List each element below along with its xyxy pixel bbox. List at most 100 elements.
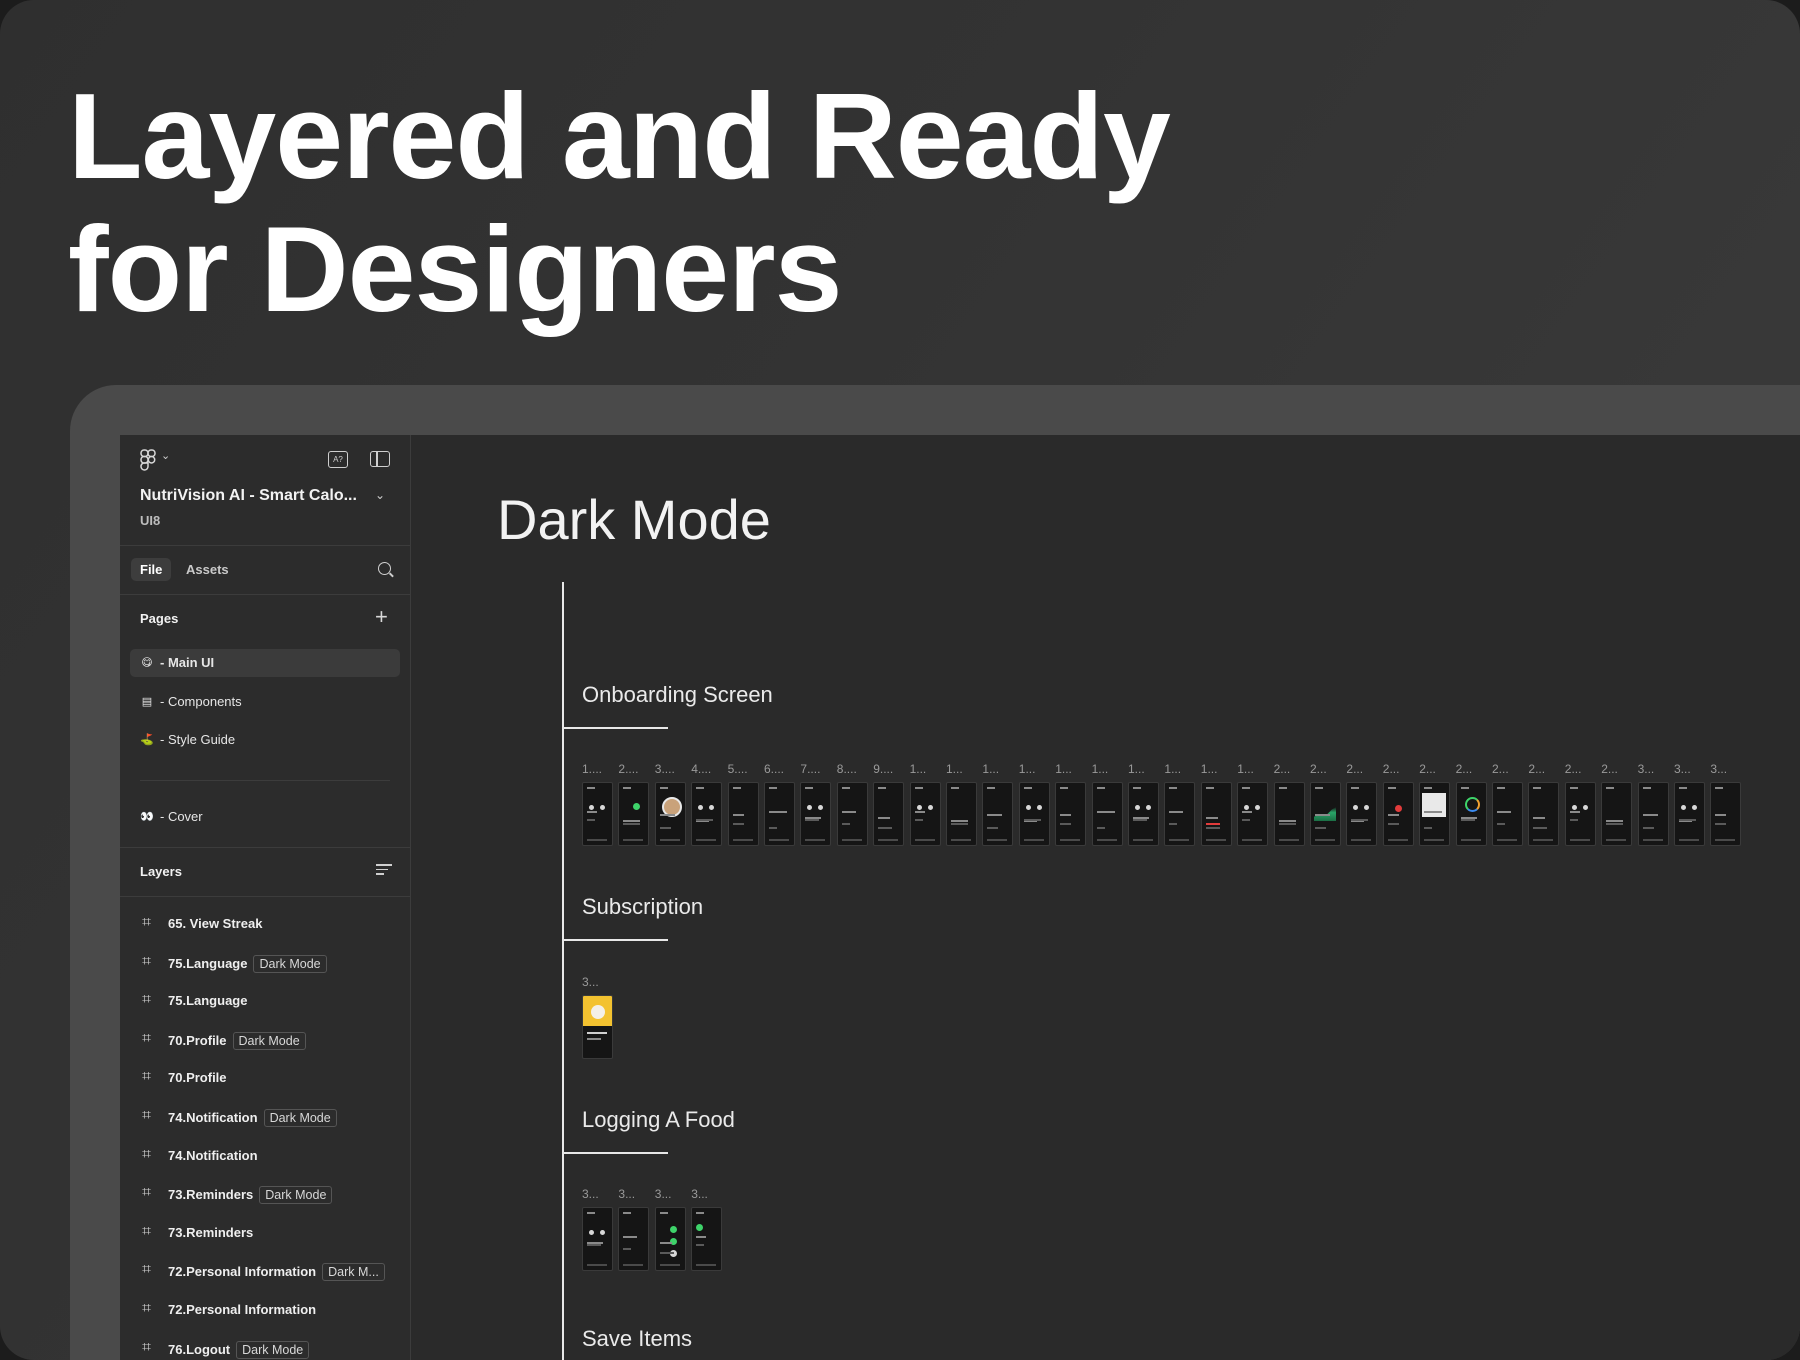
page-emoji-icon: ▤ bbox=[141, 696, 153, 708]
screen-frame-thumbnail[interactable] bbox=[654, 1207, 686, 1271]
page-label: - Main UI bbox=[160, 655, 215, 670]
section-rule bbox=[564, 727, 668, 729]
add-page-plus-icon[interactable]: + bbox=[375, 606, 388, 628]
screen-frame-thumbnail[interactable] bbox=[691, 782, 723, 846]
screen-frame-thumbnail[interactable] bbox=[582, 1207, 613, 1271]
frame-label: 2.... bbox=[618, 762, 639, 776]
thumb-shape bbox=[1569, 787, 1578, 789]
frame-label: 1... bbox=[1128, 762, 1145, 776]
screen-frame-thumbnail[interactable] bbox=[1128, 782, 1159, 846]
layer-row[interactable]: ⌗ 75.Language bbox=[120, 986, 410, 1016]
thumb-shape bbox=[1606, 823, 1624, 825]
page-item-style-guide[interactable]: ⛳ - Style Guide bbox=[130, 726, 400, 754]
thumb-shape bbox=[669, 1226, 677, 1233]
collapse-layers-icon[interactable] bbox=[376, 864, 392, 878]
screen-frame-thumbnail[interactable] bbox=[582, 782, 613, 846]
screen-frame-thumbnail[interactable] bbox=[909, 782, 941, 846]
screen-frame-thumbnail[interactable] bbox=[982, 782, 1014, 846]
thumb-shape bbox=[1096, 839, 1117, 841]
section-heading: Save Items bbox=[582, 1326, 693, 1351]
page-item-components[interactable]: ▤ - Components bbox=[130, 688, 400, 716]
screen-frame-thumbnail[interactable] bbox=[1528, 782, 1560, 846]
page-item-cover[interactable]: 👀 - Cover bbox=[130, 803, 400, 831]
screen-frame-thumbnail[interactable] bbox=[1273, 782, 1305, 846]
layer-row[interactable]: ⌗ 73.Reminders Dark Mode bbox=[120, 1179, 410, 1209]
file-menu-chevron-icon[interactable]: ⌄ bbox=[375, 488, 385, 502]
design-canvas[interactable]: Dark Mode Onboarding Screen 1.... 2.... 3..… bbox=[411, 435, 1800, 1360]
tab-file[interactable]: File bbox=[131, 558, 172, 581]
main-menu-chevron-icon[interactable]: ⌄ bbox=[161, 449, 170, 462]
screen-frame-thumbnail[interactable] bbox=[1200, 782, 1232, 846]
screen-frame-thumbnail[interactable] bbox=[1091, 782, 1123, 846]
screen-frame-thumbnail[interactable] bbox=[582, 995, 613, 1059]
screen-frame-thumbnail[interactable] bbox=[800, 782, 832, 846]
layer-row[interactable]: ⌗ 65. View Streak bbox=[120, 909, 410, 939]
screen-frame-thumbnail[interactable] bbox=[654, 782, 686, 846]
screen-frame-thumbnail[interactable] bbox=[1492, 782, 1523, 846]
thumb-shape bbox=[1242, 819, 1251, 821]
layer-row[interactable]: ⌗ 76.Logout Dark Mode bbox=[120, 1334, 410, 1360]
figma-logo-icon[interactable] bbox=[140, 449, 156, 471]
thumb-shape bbox=[1692, 805, 1697, 810]
thumb-shape bbox=[698, 805, 704, 810]
screen-frame-thumbnail[interactable] bbox=[691, 1207, 723, 1271]
layer-row[interactable]: ⌗ 72.Personal Information Dark M... bbox=[120, 1256, 410, 1286]
layer-row[interactable]: ⌗ 74.Notification bbox=[120, 1141, 410, 1171]
thumb-shape bbox=[951, 839, 971, 841]
ai-actions-icon[interactable]: A? bbox=[328, 451, 348, 468]
screen-frame-thumbnail[interactable] bbox=[1346, 782, 1378, 846]
thumb-shape bbox=[587, 1038, 601, 1040]
thumb-shape bbox=[1497, 787, 1505, 789]
thumb-shape bbox=[696, 1244, 705, 1246]
thumb-shape bbox=[841, 823, 850, 825]
screen-frame-thumbnail[interactable] bbox=[618, 1207, 650, 1271]
screen-frame-thumbnail[interactable] bbox=[1310, 782, 1341, 846]
toggle-sidebar-icon[interactable] bbox=[370, 451, 390, 467]
layer-row[interactable]: ⌗ 70.Profile bbox=[120, 1063, 410, 1093]
screen-frame-thumbnail[interactable] bbox=[1674, 782, 1705, 846]
screen-frame-thumbnail[interactable] bbox=[836, 782, 868, 846]
layer-name-text: 65. View Streak bbox=[168, 916, 263, 931]
screen-frame-thumbnail[interactable] bbox=[1055, 782, 1087, 846]
screen-frame-thumbnail[interactable] bbox=[727, 782, 759, 846]
section-heading: Logging A Food bbox=[582, 1107, 735, 1132]
search-icon[interactable] bbox=[378, 562, 391, 575]
screen-frame-thumbnail[interactable] bbox=[946, 782, 977, 846]
thumb-shape bbox=[818, 805, 824, 810]
thumb-shape bbox=[1571, 805, 1577, 810]
frame-label: 3... bbox=[1637, 762, 1655, 776]
screen-frame-thumbnail[interactable] bbox=[1164, 782, 1196, 846]
thumb-shape bbox=[1387, 823, 1399, 825]
thumb-shape bbox=[1205, 817, 1218, 819]
layer-row[interactable]: ⌗ 72.Personal Information bbox=[120, 1295, 410, 1325]
screen-frame-thumbnail[interactable] bbox=[1455, 782, 1487, 846]
screen-frame-thumbnail[interactable] bbox=[1637, 782, 1669, 846]
layer-row[interactable]: ⌗ 70.Profile Dark Mode bbox=[120, 1025, 410, 1055]
tab-assets[interactable]: Assets bbox=[186, 562, 229, 577]
frame-label: 3... bbox=[654, 1187, 672, 1201]
screen-frame-thumbnail[interactable] bbox=[1601, 782, 1633, 846]
frame-label: 1... bbox=[1091, 762, 1109, 776]
file-name[interactable]: NutriVision AI - Smart Calo... bbox=[140, 487, 357, 505]
screen-frame-thumbnail[interactable] bbox=[873, 782, 905, 846]
frame-hash-icon: ⌗ bbox=[142, 1107, 152, 1124]
screen-frame-thumbnail[interactable] bbox=[1710, 782, 1742, 846]
layer-row[interactable]: ⌗ 74.Notification Dark Mode bbox=[120, 1102, 410, 1132]
thumb-shape bbox=[587, 819, 595, 821]
layer-name: 70.Profile bbox=[168, 1070, 227, 1085]
thumb-shape bbox=[1205, 787, 1214, 789]
screen-frame-thumbnail[interactable] bbox=[1237, 782, 1269, 846]
screen-frame-thumbnail[interactable] bbox=[1382, 782, 1414, 846]
screen-frame-thumbnail[interactable] bbox=[764, 782, 795, 846]
frame-label: 3.... bbox=[654, 762, 675, 776]
screen-frame-thumbnail[interactable] bbox=[1018, 782, 1050, 846]
screen-frame-thumbnail[interactable] bbox=[1564, 782, 1596, 846]
screen-frame-thumbnail[interactable] bbox=[1419, 782, 1451, 846]
thumb-shape bbox=[633, 803, 641, 810]
thumb-shape bbox=[709, 805, 715, 810]
layer-row[interactable]: ⌗ 73.Reminders bbox=[120, 1218, 410, 1248]
screen-frame-thumbnail[interactable] bbox=[618, 782, 650, 846]
layer-row[interactable]: ⌗ 75.Language Dark Mode bbox=[120, 948, 410, 978]
page-item-main-ui[interactable]: 😋 - Main UI bbox=[130, 649, 400, 677]
thumb-shape bbox=[1205, 827, 1220, 829]
